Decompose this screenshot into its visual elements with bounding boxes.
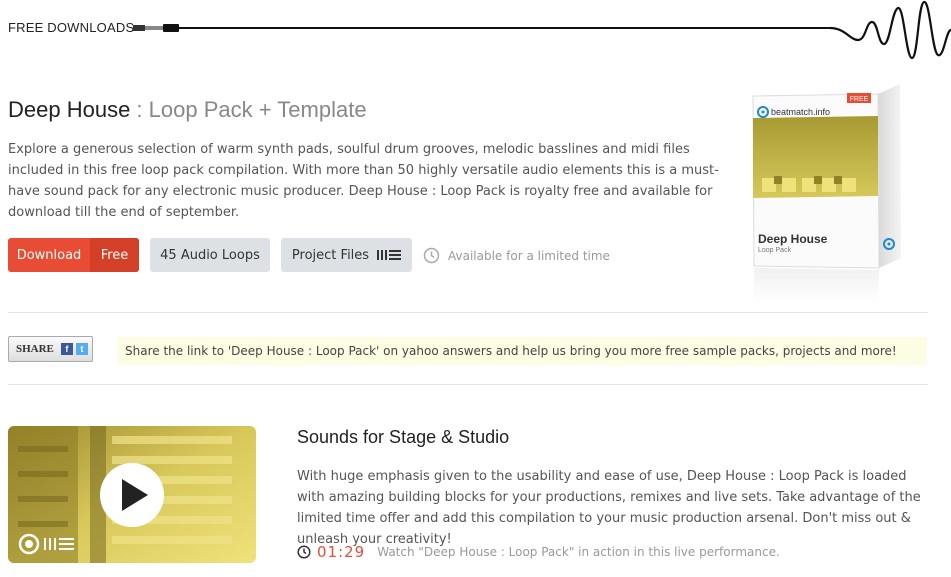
- box-brand: beatmatch.info: [771, 107, 830, 117]
- download-free-label: Free: [90, 238, 139, 272]
- availability-note: Available for a limited time: [423, 247, 610, 264]
- box-subname: Loop Pack: [758, 247, 792, 254]
- section-description: With huge emphasis given to the usabilit…: [297, 469, 921, 547]
- video-thumbnail[interactable]: [8, 426, 256, 563]
- product-box-image: beatmatch.info FREE Deep House Loop Pack: [752, 84, 901, 303]
- share-button[interactable]: SHARE f t: [8, 336, 93, 362]
- download-button[interactable]: Download Free: [8, 238, 139, 272]
- video-duration: 01:29: [317, 543, 366, 561]
- share-label: SHARE: [16, 343, 54, 355]
- play-icon[interactable]: [100, 463, 164, 527]
- twitter-icon: t: [75, 343, 88, 355]
- page-title: Deep House : Loop Pack + Template: [8, 97, 367, 123]
- facebook-icon: f: [60, 343, 73, 355]
- title-sub: Loop Pack + Template: [148, 97, 367, 122]
- download-label: Download: [16, 247, 82, 263]
- share-note: Share the link to 'Deep House : Loop Pac…: [117, 337, 927, 365]
- box-badge: FREE: [850, 96, 869, 103]
- availability-text: Available for a limited time: [448, 248, 610, 263]
- title-main: Deep House: [8, 97, 131, 122]
- project-files-label: Project Files: [291, 247, 370, 263]
- divider: [8, 312, 928, 313]
- audio-loops-button[interactable]: 45 Audio Loops: [150, 238, 270, 272]
- divider: [8, 384, 928, 385]
- project-files-button[interactable]: Project Files: [281, 238, 412, 272]
- watch-text: Watch "Deep House : Loop Pack" in action…: [377, 545, 780, 559]
- product-description: Explore a generous selection of warm syn…: [8, 142, 719, 220]
- box-name: Deep House: [758, 232, 828, 246]
- header-bar: FREE DOWNLOADS: [0, 0, 951, 60]
- waveform-icon: [133, 0, 951, 60]
- clock-icon: [423, 247, 440, 264]
- bars-icon: [377, 250, 402, 260]
- clock-icon: [297, 545, 311, 559]
- title-separator: :: [130, 97, 149, 122]
- section-title: Sounds for Stage & Studio: [297, 427, 510, 447]
- watch-row: 01:29 Watch "Deep House : Loop Pack" in …: [297, 543, 780, 561]
- audio-loops-label: 45 Audio Loops: [160, 247, 260, 263]
